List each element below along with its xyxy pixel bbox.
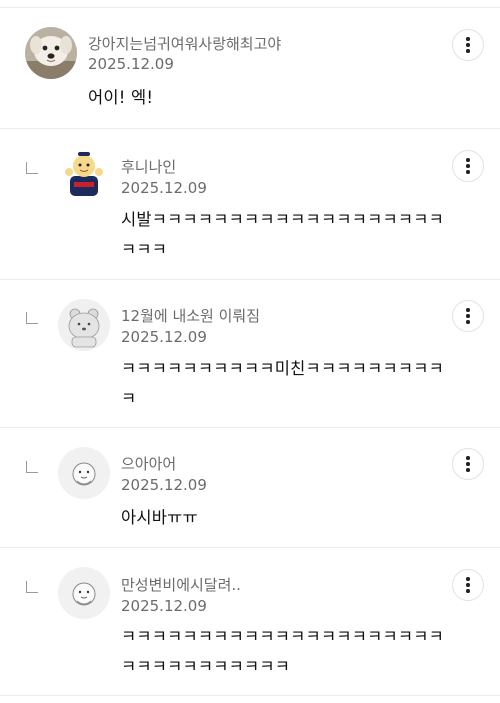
comment-divider [0, 695, 500, 696]
more-options-button[interactable] [452, 29, 484, 61]
more-vertical-icon [466, 308, 470, 324]
comment-date: 2025.12.09 [121, 597, 207, 615]
bear-avatar-icon [58, 299, 110, 351]
reply-corner-icon [26, 461, 38, 473]
comment-nickname[interactable]: 으아아어 [121, 453, 176, 474]
comment-text: ㅋㅋㅋㅋㅋㅋㅋㅋㅋㅋㅋㅋㅋㅋㅋㅋㅋㅋㅋㅋㅋㅋㅋㅋㅋㅋㅋㅋㅋㅋㅋㅋ [121, 627, 444, 676]
avatar[interactable] [25, 27, 77, 79]
comment-date: 2025.12.09 [121, 328, 207, 346]
comment-date: 2025.12.09 [121, 476, 207, 494]
more-options-button[interactable] [452, 569, 484, 601]
more-options-button[interactable] [452, 150, 484, 182]
more-options-button[interactable] [452, 300, 484, 332]
reply-corner-icon [26, 312, 38, 324]
comment-text: 아시바ㅠㅠ [121, 508, 198, 527]
more-vertical-icon [466, 158, 470, 174]
comment-divider [0, 427, 500, 428]
comment-date: 2025.12.09 [121, 179, 207, 197]
comment-nickname[interactable]: 후니나인 [121, 156, 176, 177]
more-vertical-icon [466, 37, 470, 53]
top-divider [0, 7, 500, 8]
more-vertical-icon [466, 456, 470, 472]
comment-nickname[interactable]: 12월에 내소원 이뤄짐 [121, 305, 260, 326]
more-options-button[interactable] [452, 448, 484, 480]
comment-date: 2025.12.09 [88, 55, 174, 73]
avatar[interactable] [58, 567, 110, 619]
comment-divider [0, 547, 500, 548]
comment-text: ㅋㅋㅋㅋㅋㅋㅋㅋㅋㅋ미친ㅋㅋㅋㅋㅋㅋㅋㅋㅋㅋ [121, 359, 444, 408]
baseball-mascot-avatar-icon [58, 148, 110, 200]
comment-divider [0, 279, 500, 280]
avatar[interactable] [58, 148, 110, 200]
blob-character-avatar-icon [58, 567, 110, 619]
blob-character-avatar-icon [58, 447, 110, 499]
reply-corner-icon [26, 581, 38, 593]
comment-nickname[interactable]: 만성변비에시달려.. [121, 574, 241, 595]
comment-text: 어이! 엑! [88, 88, 154, 107]
avatar[interactable] [58, 447, 110, 499]
reply-corner-icon [26, 162, 38, 174]
dog-photo-avatar-icon [25, 27, 77, 79]
comment-nickname[interactable]: 강아지는넘귀여워사랑해최고야 [88, 33, 281, 54]
avatar[interactable] [58, 299, 110, 351]
comment-divider [0, 128, 500, 129]
comment-text: 시발ㅋㅋㅋㅋㅋㅋㅋㅋㅋㅋㅋㅋㅋㅋㅋㅋㅋㅋㅋㅋㅋㅋ [121, 210, 444, 259]
more-vertical-icon [466, 577, 470, 593]
